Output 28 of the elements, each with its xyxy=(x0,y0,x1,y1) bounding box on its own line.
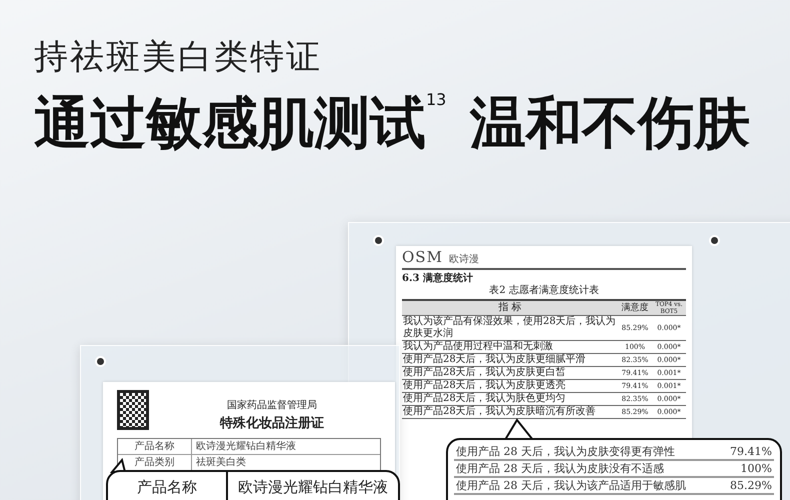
table-cell-text: 使用产品28天后，我认为皮肤暗沉有所改善 xyxy=(402,406,597,418)
table-cell-text: 我认为该产品有保湿效果，使用28天后，我认为皮肤更水润 xyxy=(402,316,617,340)
agency-name: 国家药品监督管理局 xyxy=(227,400,317,412)
survey-rate: 85.29% xyxy=(730,478,772,493)
table-cell-text: 使用产品28天后，我认为皮肤更细腻平滑 xyxy=(402,354,587,366)
column-header: 满意度 xyxy=(620,302,650,314)
table-caption: 表2 志愿者满意度统计表 xyxy=(488,285,600,297)
table-cell-text: 祛斑美白类 xyxy=(195,456,247,470)
subtitle: 持祛斑美白类特证 xyxy=(34,40,323,74)
table-cell-text: 使用产品28天后，我认为肤色更均匀 xyxy=(402,393,567,406)
brand-logo: OSM xyxy=(402,250,443,265)
survey-rate: 100% xyxy=(740,461,772,476)
table-cell: 产品名称 xyxy=(118,439,192,454)
product-label: 产品名称 xyxy=(108,472,228,500)
table-cell-text: 使用产品28天后，我认为皮肤更白皙 xyxy=(402,367,567,380)
qr-code xyxy=(117,390,149,430)
column-header: 指 标 xyxy=(497,302,523,314)
brand-subtitle: 欧诗漫 xyxy=(448,254,479,265)
survey-statement: 使用产品 28 天后，我认为该产品适用于敏感肌 xyxy=(456,478,686,493)
survey-statement: 使用产品 28 天后，我认为皮肤没有不适感 xyxy=(456,461,664,476)
survey-rate: 79.41% xyxy=(730,444,772,459)
survey-statement: 使用产品 28 天后，我认为皮肤变得更有弹性 xyxy=(456,444,675,459)
product-name: 欧诗漫光耀钻白精华液 xyxy=(237,477,389,498)
table-cell-text: 使用产品28天后，我认为皮肤更透亮 xyxy=(402,380,567,392)
section-heading: 6.3 满意度统计 xyxy=(402,273,474,285)
certificate-title: 特殊化妆品注册证 xyxy=(220,414,324,432)
table-cell-text: 欧诗漫光耀钻白精华液 xyxy=(195,440,297,454)
table-cell-text: 我认为产品使用过程中温和无刺激 xyxy=(402,341,554,354)
